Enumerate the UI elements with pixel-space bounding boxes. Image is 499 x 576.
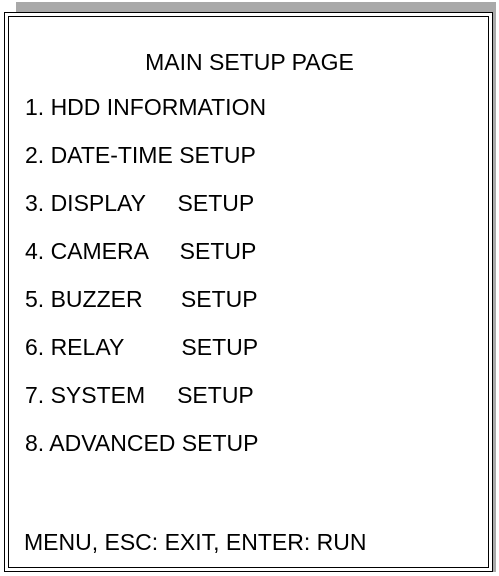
page-title: MAIN SETUP PAGE (145, 49, 354, 75)
setup-menu: 1. HDD INFORMATION 2. DATE-TIME SETUP 3.… (25, 93, 266, 477)
menu-item-hdd-information[interactable]: 1. HDD INFORMATION (25, 93, 266, 141)
menu-item-display-setup[interactable]: 3. DISPLAY SETUP (25, 189, 266, 237)
menu-item-advanced-setup[interactable]: 8. ADVANCED SETUP (25, 429, 266, 477)
menu-item-camera-setup[interactable]: 4. CAMERA SETUP (25, 237, 266, 285)
menu-item-buzzer-setup[interactable]: 5. BUZZER SETUP (25, 285, 266, 333)
menu-item-date-time-setup[interactable]: 2. DATE-TIME SETUP (25, 141, 266, 189)
footer-hint: MENU, ESC: EXIT, ENTER: RUN (24, 529, 367, 555)
menu-item-system-setup[interactable]: 7. SYSTEM SETUP (25, 381, 266, 429)
menu-item-relay-setup[interactable]: 6. RELAY SETUP (25, 333, 266, 381)
